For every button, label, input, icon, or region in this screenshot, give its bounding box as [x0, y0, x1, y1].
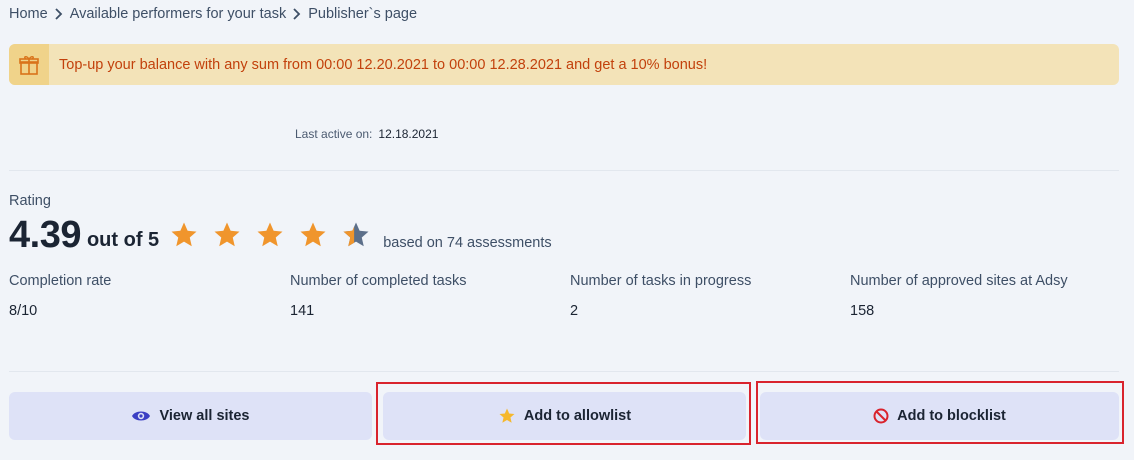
stat-completed-tasks: Number of completed tasks 141 — [290, 273, 467, 319]
stat-label: Number of completed tasks — [290, 273, 467, 289]
divider — [9, 371, 1119, 372]
last-active-value: 12.18.2021 — [378, 127, 439, 141]
stat-value: 2 — [570, 303, 579, 319]
block-icon — [873, 408, 889, 424]
rating-row: 4.39 out of 5 based on 74 assessments — [9, 214, 552, 256]
rating-out-of: out of 5 — [86, 229, 160, 251]
gift-icon — [9, 44, 49, 85]
add-to-allowlist-button[interactable]: Add to allowlist — [383, 392, 746, 440]
star-icon — [214, 222, 240, 247]
rating-value: 4.39 — [9, 214, 81, 256]
chevron-right-icon — [293, 8, 301, 20]
breadcrumb-current: Publisher`s page — [308, 6, 418, 22]
add-to-blocklist-label: Add to blocklist — [897, 408, 1006, 424]
view-all-sites-label: View all sites — [159, 408, 250, 424]
stat-value: 158 — [850, 303, 875, 319]
star-half-icon — [343, 222, 369, 247]
rating-stars — [169, 220, 371, 250]
stat-tasks-in-progress: Number of tasks in progress 2 — [570, 273, 751, 319]
breadcrumb-available-performers[interactable]: Available performers for your task — [70, 6, 287, 22]
stat-label: Number of approved sites at Adsy — [850, 273, 1068, 289]
last-active: Last active on: 12.18.2021 — [295, 127, 438, 141]
breadcrumb: Home Available performers for your task … — [9, 6, 417, 22]
stat-value: 141 — [290, 303, 315, 319]
divider — [9, 170, 1119, 171]
stat-completion-rate: Completion rate 8/10 — [9, 273, 111, 319]
rating-label: Rating — [9, 193, 51, 209]
chevron-right-icon — [55, 8, 62, 20]
star-icon — [499, 408, 515, 423]
promo-text: Top-up your balance with any sum from 00… — [59, 56, 708, 73]
star-icon — [257, 222, 283, 247]
view-all-sites-button[interactable]: View all sites — [9, 392, 372, 440]
promo-banner: Top-up your balance with any sum from 00… — [9, 44, 1119, 85]
breadcrumb-home[interactable]: Home — [9, 6, 48, 22]
star-icon — [300, 222, 326, 247]
eye-icon — [132, 411, 151, 421]
stat-approved-sites: Number of approved sites at Adsy 158 — [850, 273, 1068, 319]
add-to-allowlist-label: Add to allowlist — [523, 408, 632, 424]
rating-based-on: based on 74 assessments — [383, 235, 552, 251]
add-to-blocklist-button[interactable]: Add to blocklist — [760, 392, 1119, 440]
stat-label: Completion rate — [9, 273, 112, 289]
last-active-label: Last active on: — [295, 127, 373, 141]
star-icon — [171, 222, 197, 247]
stat-value: 8/10 — [9, 303, 38, 319]
stat-label: Number of tasks in progress — [570, 273, 752, 289]
